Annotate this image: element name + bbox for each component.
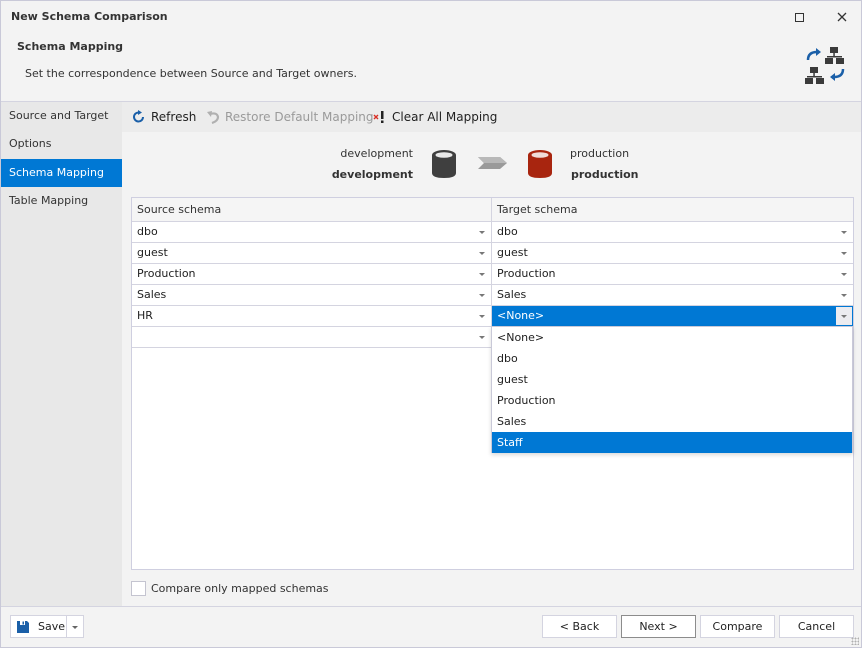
target-schema-value: guest [497,246,528,259]
source-schema-dropdown[interactable]: dbo [132,222,492,243]
maximize-icon [794,12,804,22]
sidebar-item-table-mapping[interactable]: Table Mapping [1,187,122,215]
restore-default-mapping-button[interactable]: Restore Default Mapping [205,102,374,132]
table-row: dbo dbo [132,222,853,243]
save-label: Save [38,620,66,633]
sidebar-item-source-and-target[interactable]: Source and Target [1,102,122,130]
source-schema-dropdown[interactable]: HR [132,306,492,327]
table-row: Sales Sales [132,285,853,306]
table-row: Production Production [132,264,853,285]
target-schema-value: <None> [497,309,545,322]
target-schema-dropdown[interactable]: Production [492,264,853,285]
window-title: New Schema Comparison [11,10,168,23]
clear-all-mapping-button[interactable]: Clear All Mapping [372,102,497,132]
close-icon [837,12,847,22]
table-row: guest guest [132,243,853,264]
source-schema-dropdown[interactable]: guest [132,243,492,264]
page-title: Schema Mapping [17,40,124,53]
connection-summary: development development production produ… [122,132,861,196]
save-icon [17,620,29,633]
save-button[interactable]: Save [10,615,67,638]
dropdown-option[interactable]: dbo [492,348,852,369]
dropdown-option-highlighted[interactable]: Staff [492,432,852,453]
compare-only-mapped-option: Compare only mapped schemas [131,579,329,597]
source-schema-value: HR [137,309,153,322]
restore-default-mapping-label: Restore Default Mapping [225,110,374,124]
mapping-toolbar: Refresh Restore Default Mapping Clear Al… [122,102,861,132]
undo-icon [205,109,221,125]
source-database-icon [432,150,456,178]
target-connection-name: production [570,147,630,160]
chevron-down-icon [841,231,847,234]
source-connection-name: development [340,147,413,160]
sidebar-item-options[interactable]: Options [1,130,122,158]
target-schema-dropdown[interactable]: dbo [492,222,853,243]
back-button[interactable]: < Back [542,615,617,638]
chevron-down-icon [72,626,78,629]
maximize-button[interactable] [784,7,814,27]
dropdown-button[interactable] [836,307,852,325]
compare-button[interactable]: Compare [700,615,775,638]
chevron-down-icon [841,315,847,318]
save-options-dropdown[interactable] [66,615,84,638]
chevron-down-icon [841,252,847,255]
wizard-sidebar: Source and Target Options Schema Mapping… [1,102,122,606]
target-schema-value: dbo [497,225,518,238]
column-header-source-schema[interactable]: Source schema [132,198,492,222]
sidebar-item-schema-mapping[interactable]: Schema Mapping [1,159,122,187]
dialog-footer: Save < Back Next > Compare Cancel [1,607,861,647]
dropdown-option[interactable]: <None> [492,327,852,348]
refresh-button[interactable]: Refresh [131,102,196,132]
refresh-label: Refresh [151,110,197,124]
chevron-down-icon [479,231,485,234]
grid-header: Source schema Target schema [132,198,853,222]
target-schema-value: Sales [497,288,527,301]
source-schema-dropdown[interactable]: Production [132,264,492,285]
source-schema-dropdown[interactable]: Sales [132,285,492,306]
resize-grip[interactable] [851,637,859,645]
source-schema-value: Production [137,267,196,280]
source-schema-dropdown[interactable] [132,327,492,348]
target-schema-dropdown[interactable]: Sales [492,285,853,306]
chevron-down-icon [479,294,485,297]
page-description: Set the correspondence between Source an… [25,67,357,80]
source-schema-value: dbo [137,225,158,238]
new-schema-comparison-dialog: New Schema Comparison Schema Mapping Set… [0,0,862,648]
clear-all-mapping-label: Clear All Mapping [392,110,498,124]
next-button[interactable]: Next > [621,615,696,638]
compare-only-mapped-label: Compare only mapped schemas [151,581,329,595]
source-database-name: development [331,168,413,181]
column-header-target-schema[interactable]: Target schema [492,198,853,222]
chevron-down-icon [479,336,485,339]
chevron-down-icon [841,294,847,297]
target-schema-dropdown-list: <None> dbo guest Production Sales Staff [491,326,853,453]
target-schema-dropdown-active[interactable]: <None> [492,306,853,327]
chevron-down-icon [479,315,485,318]
schema-mapping-icon [805,47,845,84]
chevron-down-icon [479,273,485,276]
chevron-down-icon [841,273,847,276]
target-database-icon [528,150,552,178]
source-schema-value: Sales [137,288,167,301]
cancel-button[interactable]: Cancel [779,615,854,638]
target-schema-dropdown[interactable]: guest [492,243,853,264]
chevron-down-icon [479,252,485,255]
title-bar: New Schema Comparison [1,1,861,33]
target-database-name: production [571,168,639,181]
refresh-icon [131,109,147,125]
source-schema-value: guest [137,246,168,259]
direction-arrow-icon [478,157,507,169]
compare-only-mapped-checkbox[interactable] [131,580,146,596]
close-button[interactable] [827,7,857,27]
target-schema-value: Production [497,267,556,280]
clear-mapping-icon [372,109,388,125]
dropdown-option[interactable]: Production [492,390,852,411]
dropdown-option[interactable]: Sales [492,411,852,432]
table-row: HR <None> [132,306,853,327]
dropdown-option[interactable]: guest [492,369,852,390]
